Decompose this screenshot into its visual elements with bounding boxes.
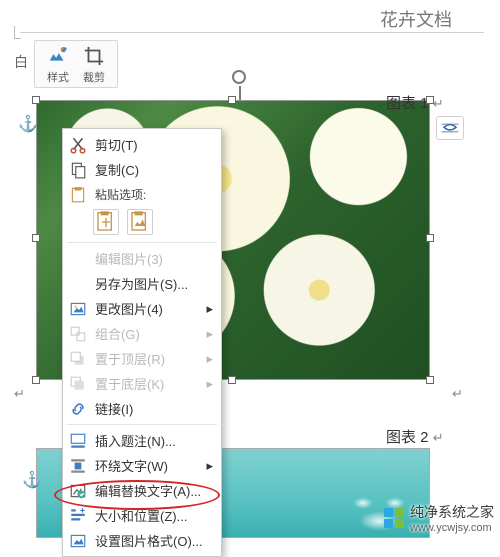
menu-format-picture[interactable]: 设置图片格式(O)... — [63, 528, 221, 553]
menu-copy-label: 复制(C) — [95, 160, 213, 179]
menu-group-label: 组合(G) — [95, 324, 198, 343]
document-title: 花卉文档 — [380, 6, 452, 32]
crop-label: 裁剪 — [83, 69, 105, 85]
caption-2-text: 图表 2 — [386, 429, 429, 446]
menu-format-picture-label: 设置图片格式(O)... — [95, 531, 213, 550]
menu-link-label: 链接(I) — [95, 399, 213, 418]
menu-save-as-picture[interactable]: 另存为图片(S)... — [63, 271, 221, 296]
crop-button[interactable]: 裁剪 — [77, 45, 111, 85]
context-menu: 剪切(T) 复制(C) 粘贴选项: 编辑图片(3) 另存为图片(S)... 更改… — [62, 128, 222, 557]
styles-icon — [47, 45, 69, 67]
menu-alt-text-label: 编辑替换文字(A)... — [95, 481, 213, 500]
menu-separator — [67, 242, 217, 243]
menu-group: 组合(G) ▸ — [63, 321, 221, 346]
watermark: 纯净系统之家 www.ycwjsy.com — [384, 502, 494, 534]
chevron-right-icon: ▸ — [206, 301, 213, 317]
menu-bring-front: 置于顶层(R) ▸ — [63, 346, 221, 371]
group-icon — [69, 325, 87, 343]
para-mark-icon: ↵ — [452, 386, 463, 402]
clipboard-icon — [94, 210, 118, 234]
menu-send-back: 置于底层(K) ▸ — [63, 371, 221, 396]
menu-paste-header-label: 粘贴选项: — [95, 186, 213, 203]
menu-edit-picture-label: 编辑图片(3) — [95, 249, 213, 268]
menu-cut-label: 剪切(T) — [95, 135, 213, 154]
styles-label: 样式 — [47, 69, 69, 85]
caption-1: 图表 1 ↵ — [386, 92, 444, 113]
menu-wrap-text-label: 环绕文字(W) — [95, 456, 198, 475]
layout-options-icon — [441, 121, 459, 135]
chevron-right-icon: ▸ — [206, 326, 213, 342]
rotation-handle[interactable] — [232, 70, 246, 84]
paste-picture-button[interactable] — [127, 209, 153, 235]
chevron-right-icon: ▸ — [206, 458, 213, 474]
menu-paste-header: 粘贴选项: — [63, 182, 221, 207]
resize-handle[interactable] — [426, 234, 434, 242]
watermark-logo-icon — [384, 508, 404, 528]
resize-handle[interactable] — [228, 96, 236, 104]
bring-front-icon — [69, 350, 87, 368]
resize-handle[interactable] — [32, 234, 40, 242]
send-back-icon — [69, 375, 87, 393]
menu-edit-picture: 编辑图片(3) — [63, 246, 221, 271]
resize-handle[interactable] — [228, 376, 236, 384]
change-picture-icon — [69, 300, 87, 318]
menu-insert-caption-label: 插入题注(N)... — [95, 431, 213, 450]
picture-styles-button[interactable]: 样式 — [41, 45, 75, 85]
menu-size-position-label: 大小和位置(Z)... — [95, 506, 213, 525]
wrap-text-icon — [69, 457, 87, 475]
anchor-icon: ⚓ — [18, 114, 38, 134]
anchor-icon: ⚓ — [22, 470, 42, 490]
caption-1-text: 图表 1 — [386, 95, 429, 112]
format-picture-icon — [69, 532, 87, 550]
menu-link[interactable]: 链接(I) — [63, 396, 221, 421]
resize-handle[interactable] — [32, 96, 40, 104]
cut-icon — [69, 136, 87, 154]
menu-save-as-picture-label: 另存为图片(S)... — [95, 274, 213, 293]
caption-icon — [69, 432, 87, 450]
resize-handle[interactable] — [32, 376, 40, 384]
menu-wrap-text[interactable]: 环绕文字(W) ▸ — [63, 453, 221, 478]
crop-icon — [83, 45, 105, 67]
layout-options-button[interactable] — [436, 116, 464, 140]
menu-cut[interactable]: 剪切(T) — [63, 132, 221, 157]
watermark-link: www.ycwjsy.com — [410, 522, 494, 534]
menu-bring-front-label: 置于顶层(R) — [95, 349, 198, 368]
menu-size-position[interactable]: 大小和位置(Z)... — [63, 503, 221, 528]
paste-keep-formatting-button[interactable] — [93, 209, 119, 235]
para-mark-icon: ↵ — [14, 386, 25, 402]
resize-handle[interactable] — [426, 376, 434, 384]
alt-text-icon — [69, 482, 87, 500]
paste-options-row — [63, 207, 221, 239]
copy-icon — [69, 161, 87, 179]
ruler-line — [20, 32, 484, 33]
chevron-right-icon: ▸ — [206, 351, 213, 367]
menu-change-picture[interactable]: 更改图片(4) ▸ — [63, 296, 221, 321]
menu-insert-caption[interactable]: 插入题注(N)... — [63, 428, 221, 453]
caption-2: 图表 2 ↵ — [386, 426, 444, 447]
ribbon-box: 样式 裁剪 — [34, 40, 118, 88]
menu-copy[interactable]: 复制(C) — [63, 157, 221, 182]
chevron-right-icon: ▸ — [206, 376, 213, 392]
watermark-name: 纯净系统之家 — [410, 502, 494, 522]
link-icon — [69, 400, 87, 418]
bg-color-button[interactable]: 白 — [14, 40, 28, 72]
paste-icon — [69, 186, 87, 204]
menu-send-back-label: 置于底层(K) — [95, 374, 198, 393]
clipboard-icon — [128, 210, 152, 234]
menu-separator — [67, 424, 217, 425]
para-mark-icon: ↵ — [433, 430, 444, 445]
ribbon-group: 白 样式 裁剪 — [14, 40, 118, 88]
menu-alt-text[interactable]: 编辑替换文字(A)... — [63, 478, 221, 503]
size-position-icon — [69, 507, 87, 525]
para-mark-icon: ↵ — [433, 96, 444, 111]
menu-change-picture-label: 更改图片(4) — [95, 299, 198, 318]
